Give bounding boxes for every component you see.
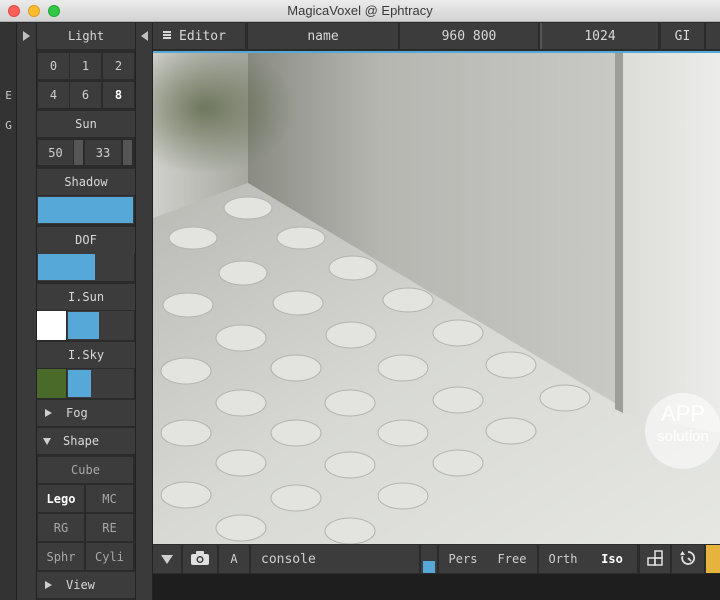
view-label: View	[66, 578, 95, 592]
dropdown-button[interactable]	[153, 545, 181, 573]
editor-mode-button[interactable]: Editor	[153, 23, 245, 49]
shape-re-button[interactable]: RE	[85, 513, 134, 542]
view-section-header[interactable]: View	[37, 572, 135, 598]
fog-section-header[interactable]: Fog	[37, 400, 135, 426]
sun-angle-2-slider[interactable]	[123, 140, 132, 165]
shape-lego-button[interactable]: Lego	[37, 484, 85, 513]
sample-count-field[interactable]: 1024	[542, 23, 658, 49]
dof-slider[interactable]	[37, 253, 134, 281]
watermark-line2: solution	[657, 428, 709, 445]
shape-section-header[interactable]: Shape	[37, 428, 135, 454]
shape-mc-button[interactable]: MC	[85, 484, 134, 513]
expand-panel-icon[interactable]	[23, 31, 30, 41]
sample-2-button[interactable]: 2	[102, 52, 135, 80]
sun-header: Sun	[37, 111, 135, 137]
screenshot-button[interactable]	[183, 545, 217, 573]
toolbar-overflow[interactable]	[706, 23, 720, 49]
isky-intensity-slider[interactable]	[67, 369, 134, 398]
isun-intensity-slider[interactable]	[67, 311, 134, 340]
mode-e-button[interactable]: E	[0, 89, 17, 102]
isky-color-swatch[interactable]	[37, 369, 66, 398]
status-strip	[153, 574, 720, 600]
sample-0-button[interactable]: 0	[37, 52, 70, 80]
menu-icon	[163, 29, 171, 44]
isun-intensity-fill	[68, 312, 99, 339]
collapsed-arrow-icon	[45, 581, 52, 589]
dof-header: DOF	[37, 227, 135, 253]
dof-slider-fill	[38, 254, 95, 280]
pers-view-button[interactable]: Pers	[439, 545, 487, 573]
gi-toggle-button[interactable]: GI	[661, 23, 704, 49]
console-field[interactable]: console	[251, 545, 419, 573]
collapsed-arrow-icon	[45, 409, 52, 417]
name-field[interactable]: name	[248, 23, 398, 49]
image-size-field[interactable]: 960 800	[400, 23, 538, 49]
camera-icon	[191, 550, 209, 568]
isky-header: I.Sky	[37, 342, 135, 368]
sun-angle-1-field[interactable]: 50	[37, 139, 74, 166]
shadow-slider[interactable]	[37, 196, 134, 224]
grid-layout-icon	[647, 549, 663, 569]
rotate-reset-icon	[680, 550, 696, 569]
shape-rg-button[interactable]: RG	[37, 513, 85, 542]
iso-view-button[interactable]: Iso	[587, 545, 637, 573]
expanded-arrow-icon	[43, 437, 51, 445]
sun-angle-2-field[interactable]: 33	[84, 139, 122, 166]
sun-angle-1-slider[interactable]	[74, 140, 83, 165]
shadow-header: Shadow	[37, 169, 135, 195]
shape-label: Shape	[63, 434, 100, 448]
isky-intensity-fill	[68, 370, 91, 397]
panel-collapse-column	[135, 23, 153, 600]
a-toggle-button[interactable]: A	[219, 545, 249, 573]
collapse-panel-icon[interactable]	[141, 31, 148, 41]
sample-6-button[interactable]: 6	[69, 81, 102, 109]
light-panel: Light 0 1 2 4 6 8 Sun 50 33 Shadow DOF I…	[37, 23, 135, 600]
render-viewport[interactable]: APP solution	[153, 53, 720, 544]
sample-4-button[interactable]: 4	[37, 81, 70, 109]
chevron-down-icon	[161, 554, 173, 564]
isun-header: I.Sun	[37, 284, 135, 310]
window-title: MagicaVoxel @ Ephtracy	[287, 3, 433, 18]
console-scroll[interactable]	[421, 545, 437, 573]
color-indicator[interactable]	[706, 545, 720, 573]
shape-cyli-button[interactable]: Cyli	[85, 542, 134, 571]
isun-color-swatch[interactable]	[37, 311, 66, 340]
lego-render-image	[153, 53, 720, 544]
shadow-slider-fill	[38, 197, 133, 223]
bottom-toolbar: A console Pers Free Orth Iso	[153, 544, 720, 574]
editor-label: Editor	[179, 28, 226, 44]
light-panel-header[interactable]: Light	[37, 23, 135, 49]
title-bar: MagicaVoxel @ Ephtracy	[0, 0, 720, 22]
watermark-line1: APP	[660, 401, 706, 426]
layout-button[interactable]	[640, 545, 670, 573]
shape-cube-button[interactable]: Cube	[37, 456, 134, 484]
free-view-button[interactable]: Free	[487, 545, 537, 573]
mode-strip: E G	[0, 23, 17, 600]
top-toolbar: Editor name 960 800 1024 GI	[153, 23, 720, 51]
sample-8-button[interactable]: 8	[102, 81, 135, 109]
panel-toggle-column	[17, 23, 37, 600]
orth-view-button[interactable]: Orth	[539, 545, 587, 573]
reset-view-button[interactable]	[672, 545, 704, 573]
fog-label: Fog	[66, 406, 88, 420]
console-scroll-thumb[interactable]	[423, 561, 435, 573]
shape-sphr-button[interactable]: Sphr	[37, 542, 85, 571]
mode-g-button[interactable]: G	[0, 119, 17, 132]
sample-1-button[interactable]: 1	[69, 52, 102, 80]
